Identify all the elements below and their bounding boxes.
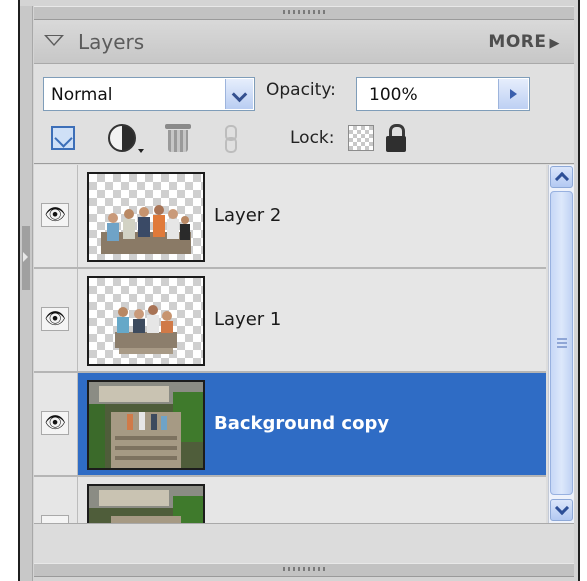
more-arrow-icon: ▶ — [549, 36, 560, 51]
eye-icon[interactable]: 👁 — [41, 203, 69, 227]
link-layers-icon[interactable] — [224, 125, 237, 153]
lock-all-icon[interactable] — [386, 124, 406, 152]
layer-controls: Normal Opacity: 100% Lock: — [34, 64, 574, 164]
eye-icon[interactable]: 👁 — [41, 307, 69, 331]
trash-icon[interactable] — [165, 124, 191, 152]
opacity-field[interactable]: 100% — [356, 77, 530, 111]
visibility-cell[interactable]: 👁 — [34, 373, 78, 475]
scroll-up-icon[interactable] — [550, 166, 573, 188]
collapse-triangle-icon[interactable] — [44, 35, 64, 46]
trash-lid — [165, 124, 191, 129]
dropdown-arrow-icon[interactable] — [225, 79, 253, 109]
scroll-down-icon[interactable] — [550, 499, 573, 521]
grip-dots — [283, 10, 325, 14]
layer-row[interactable]: 👁 Layer 2 — [34, 165, 546, 269]
hidden-visibility-box[interactable] — [41, 515, 69, 523]
layers-panel: Layers MORE▶ Normal Opacity: 100% Lock: — [34, 20, 574, 563]
lock-label: Lock: — [290, 128, 335, 148]
grip-dots — [283, 567, 325, 571]
more-label: MORE — [488, 32, 547, 52]
layer-name: Layer 1 — [214, 309, 282, 330]
adjustment-layer-icon[interactable] — [108, 124, 136, 152]
photo-stairs-image — [89, 382, 203, 468]
layer-row[interactable] — [34, 477, 546, 523]
scrollbar-thumb[interactable] — [550, 191, 573, 495]
eye-icon[interactable]: 👁 — [41, 411, 69, 435]
panel-footer — [34, 523, 574, 563]
layer-thumbnail — [87, 484, 205, 523]
new-layer-icon[interactable] — [51, 126, 75, 150]
thumb-grip — [557, 338, 567, 348]
visibility-cell[interactable]: 👁 — [34, 269, 78, 371]
adjustment-menu-arrow-icon[interactable] — [138, 149, 144, 153]
panel-collapse-handle[interactable] — [22, 226, 30, 290]
opacity-label: Opacity: — [266, 80, 336, 100]
trash-can — [168, 130, 188, 152]
layer-name: Background copy — [214, 413, 390, 434]
layers-panel-frame: Layers MORE▶ Normal Opacity: 100% Lock: — [18, 0, 580, 581]
people-cutout-image — [101, 205, 191, 254]
lock-body — [386, 136, 406, 152]
layer-thumbnail — [87, 380, 205, 470]
layer-row[interactable]: 👁 Layer 1 — [34, 269, 546, 373]
opacity-value: 100% — [369, 85, 418, 105]
panel-top-grip[interactable] — [34, 6, 574, 20]
visibility-cell[interactable] — [34, 477, 78, 523]
more-menu-button[interactable]: MORE ▶ — [488, 32, 560, 52]
panel-bottom-grip[interactable] — [34, 563, 574, 577]
visibility-cell[interactable]: 👁 — [34, 165, 78, 267]
panel-titlebar: Layers MORE ▶ — [34, 20, 574, 64]
layer-row-selected[interactable]: 👁 Background copy — [34, 373, 546, 477]
blend-mode-select[interactable]: Normal — [43, 77, 255, 111]
layer-thumbnail — [87, 276, 205, 366]
layer-thumbnail — [87, 172, 205, 262]
photo-stairs-image — [89, 486, 203, 523]
layer-name: Layer 2 — [214, 205, 282, 226]
lock-transparency-icon[interactable] — [348, 125, 374, 151]
people-cutout-image — [115, 305, 177, 354]
panel-title: Layers — [78, 30, 145, 54]
opacity-slider-arrow-icon[interactable] — [498, 79, 528, 109]
panel-side-strip — [20, 6, 33, 581]
layers-scrollbar[interactable] — [548, 165, 574, 523]
blend-mode-value: Normal — [51, 85, 113, 105]
layers-list: 👁 Layer 2 � — [34, 165, 546, 523]
